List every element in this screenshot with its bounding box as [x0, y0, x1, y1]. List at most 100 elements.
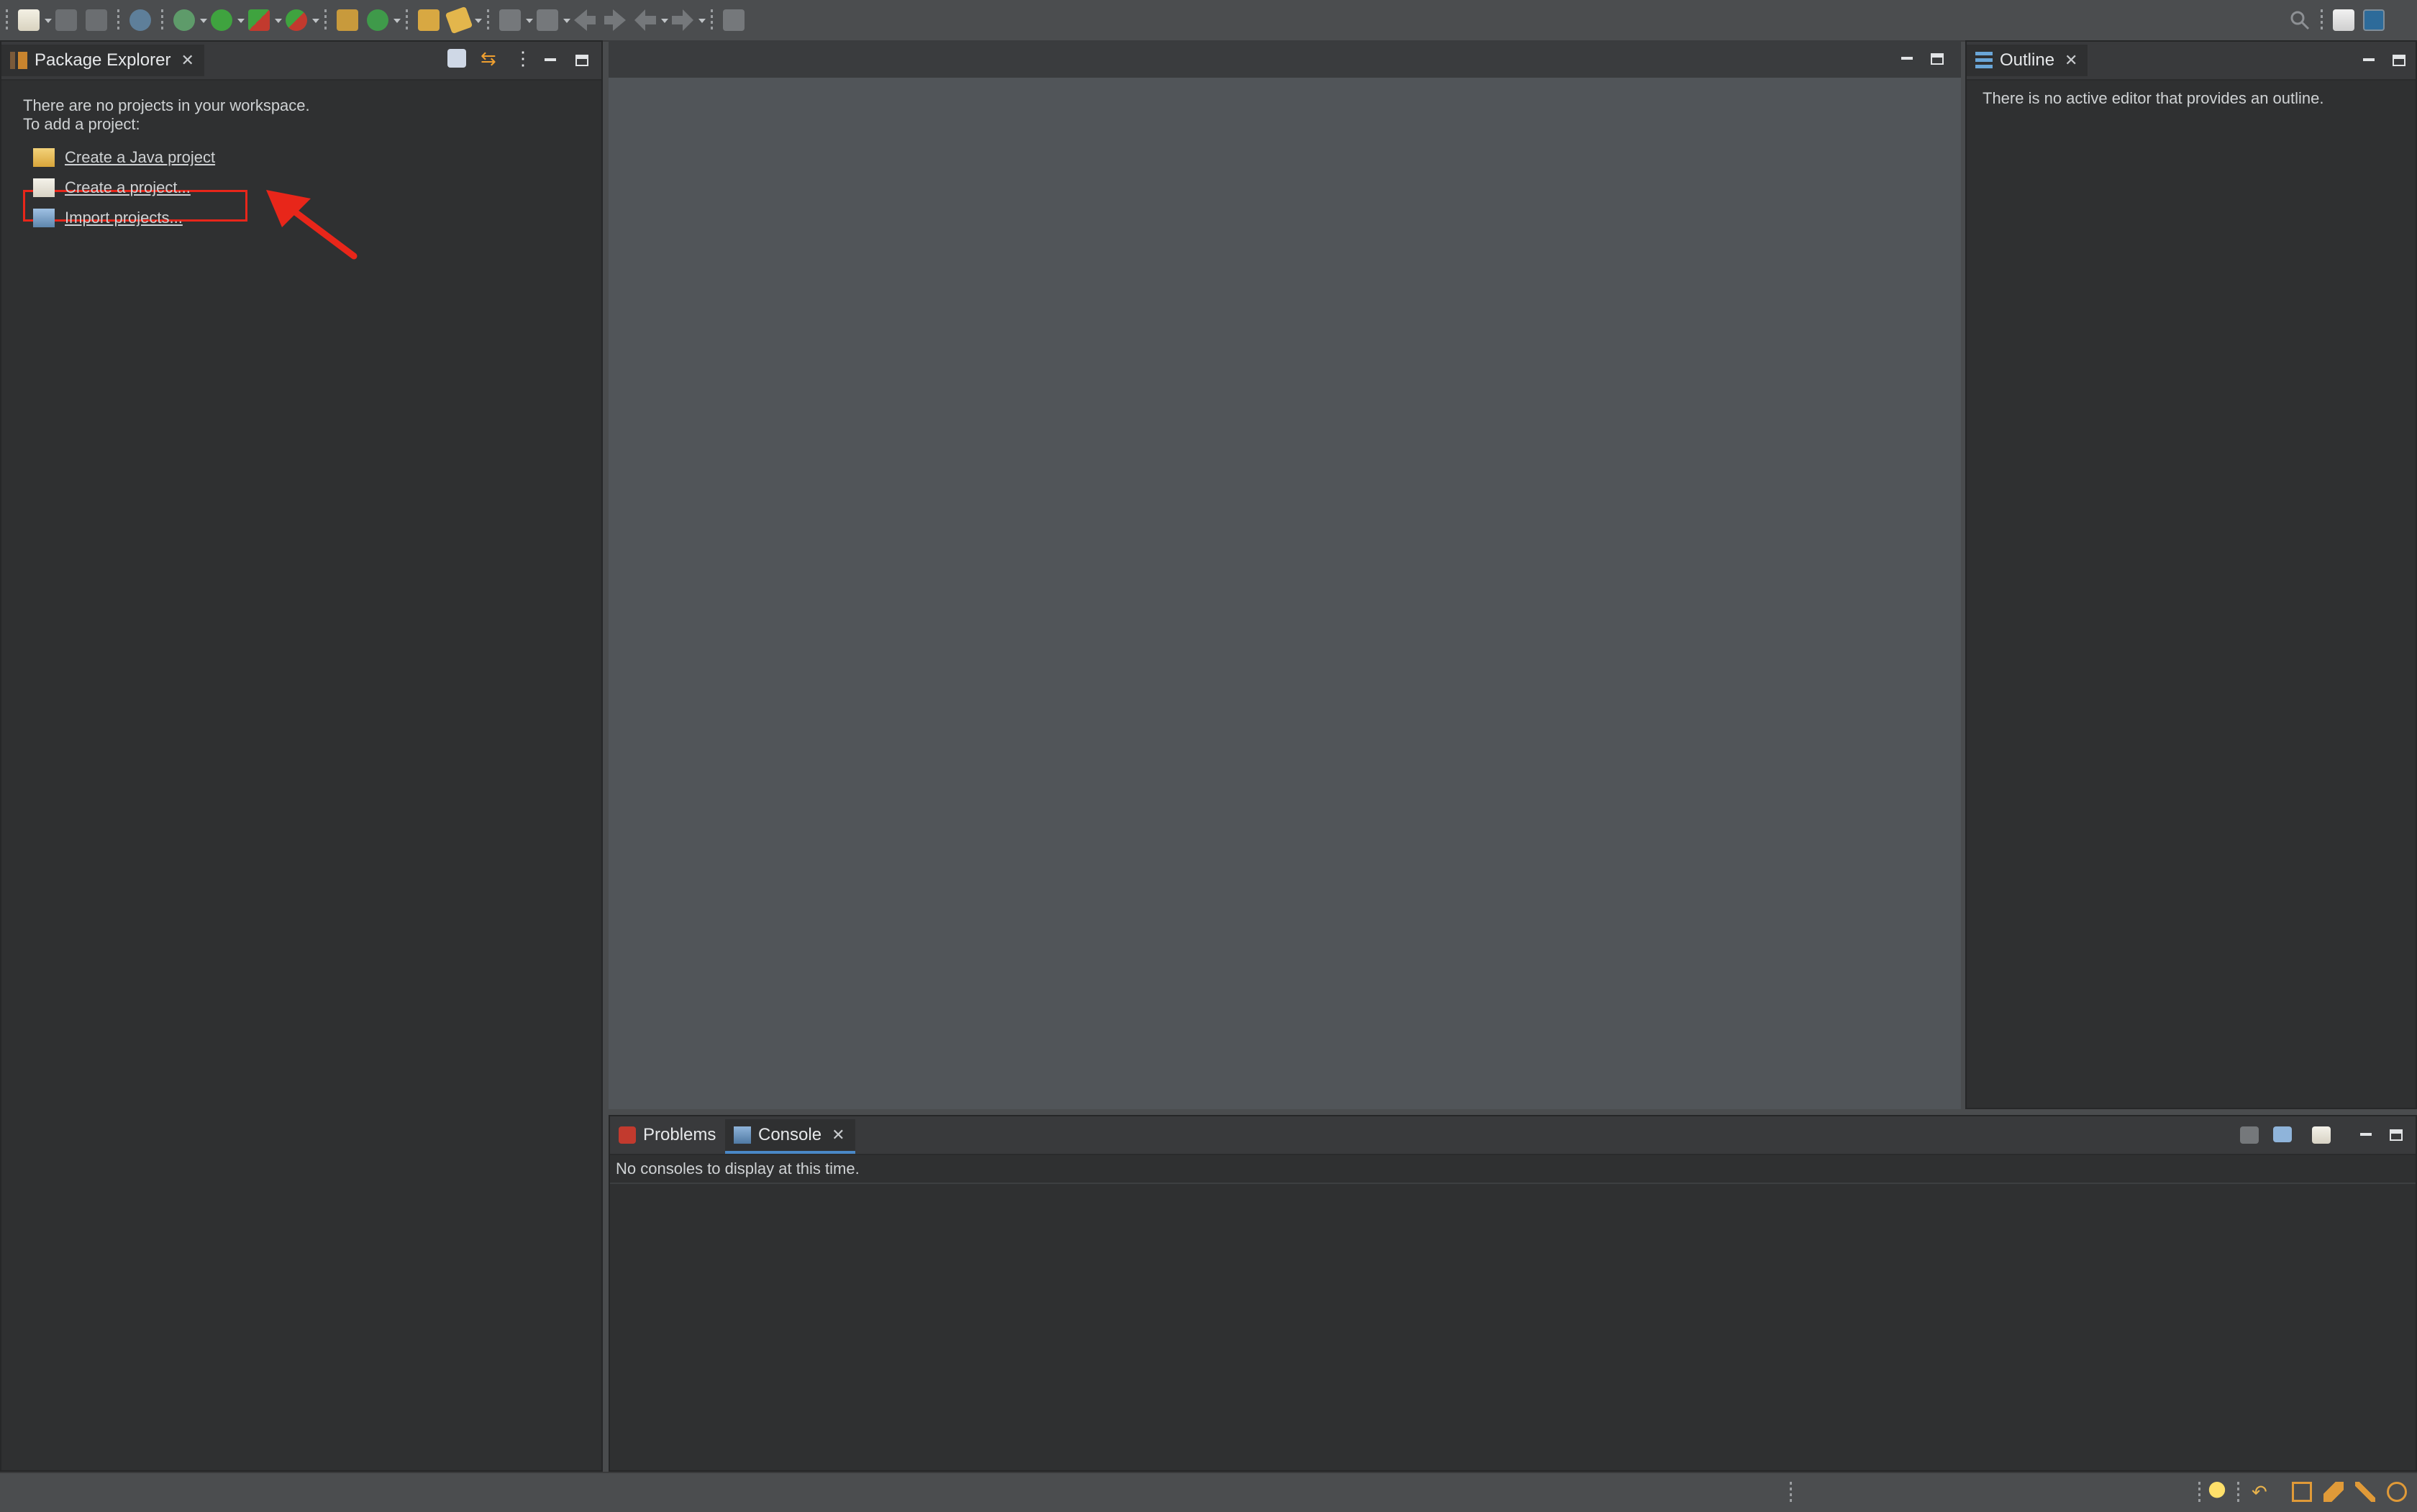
- external-tools-dropdown[interactable]: [311, 9, 319, 31]
- tip-icon[interactable]: [2207, 1482, 2227, 1502]
- open-perspective-icon[interactable]: [2333, 9, 2354, 31]
- learn-icon[interactable]: [2323, 1482, 2344, 1502]
- minimize-icon[interactable]: [542, 52, 558, 68]
- search-dropdown[interactable]: [474, 9, 482, 31]
- close-icon[interactable]: ✕: [832, 1126, 845, 1144]
- status-bar: ↶: [0, 1472, 2417, 1512]
- search-toolbar-icon[interactable]: [445, 6, 473, 35]
- link-create-java-project[interactable]: Create a Java project: [33, 145, 215, 170]
- toolbar-separator: [487, 9, 489, 31]
- toolbar-separator: [6, 9, 8, 31]
- create-java-project-link[interactable]: Create a Java project: [65, 148, 215, 167]
- new-java-package-icon[interactable]: [337, 9, 358, 31]
- pin-console-icon[interactable]: [2240, 1126, 2259, 1144]
- back-icon[interactable]: [634, 9, 656, 31]
- tab-console-label: Console: [758, 1125, 822, 1144]
- package-explorer-panel: Package Explorer ✕ ⇆ ⋮ There are no proj…: [0, 40, 603, 1472]
- console-header: Problems Console ✕: [610, 1116, 2416, 1155]
- maximize-icon[interactable]: [2390, 1129, 2403, 1141]
- toolbar-separator: [324, 9, 327, 31]
- last-edit-icon[interactable]: [574, 9, 596, 31]
- outline-icon: [1975, 52, 1993, 69]
- navigation-next-dropdown[interactable]: [563, 9, 570, 31]
- status-separator: [2198, 1482, 2200, 1503]
- editor-header: [609, 40, 1961, 78]
- build-icon[interactable]: [129, 9, 151, 31]
- debug-dropdown[interactable]: [199, 9, 207, 31]
- minimize-icon[interactable]: [2358, 1126, 2374, 1142]
- link-with-editor-icon[interactable]: ⇆: [481, 49, 501, 68]
- outline-message: There is no active editor that provides …: [1983, 89, 2324, 107]
- run-icon[interactable]: [211, 9, 232, 31]
- wand-icon[interactable]: [2355, 1482, 2375, 1502]
- import-projects-link[interactable]: Import projects...: [65, 209, 183, 227]
- toolbar-separator: [711, 9, 713, 31]
- map-icon[interactable]: [2292, 1482, 2312, 1502]
- console-message: No consoles to display at this time.: [616, 1160, 860, 1178]
- view-menu-icon[interactable]: ⋮: [514, 49, 532, 68]
- tab-console[interactable]: Console ✕: [725, 1119, 855, 1154]
- annotation-icon[interactable]: [499, 9, 521, 31]
- import-icon: [33, 209, 55, 227]
- annotation-dropdown[interactable]: [525, 9, 533, 31]
- save-all-icon[interactable]: [86, 9, 107, 31]
- forward-dropdown[interactable]: [698, 9, 706, 31]
- toolbar-separator: [406, 9, 408, 31]
- coverage-icon[interactable]: [248, 9, 270, 31]
- tab-outline[interactable]: Outline ✕: [1967, 45, 2088, 76]
- collapse-all-icon[interactable]: [447, 49, 466, 68]
- new-java-class-dropdown[interactable]: [393, 9, 401, 31]
- java-perspective-icon[interactable]: [2363, 9, 2385, 31]
- toolbar-left-group: [6, 6, 749, 35]
- open-console-icon[interactable]: [2312, 1126, 2331, 1144]
- new-icon[interactable]: [18, 9, 40, 31]
- run-dropdown[interactable]: [237, 9, 245, 31]
- external-tools-icon[interactable]: [286, 9, 307, 31]
- toolbar-separator: [2321, 9, 2323, 31]
- link-import-projects[interactable]: Import projects...: [33, 206, 183, 230]
- outline-header: Outline ✕: [1967, 42, 2416, 81]
- package-explorer-icon: [10, 52, 27, 69]
- pin-editor-icon[interactable]: [723, 9, 745, 31]
- tab-package-explorer-label: Package Explorer: [35, 50, 171, 70]
- coverage-dropdown[interactable]: [274, 9, 282, 31]
- display-console-icon[interactable]: [2273, 1126, 2292, 1142]
- tab-outline-label: Outline: [2000, 50, 2055, 70]
- problems-icon: [619, 1126, 636, 1144]
- tab-package-explorer[interactable]: Package Explorer ✕: [1, 45, 204, 76]
- toolbar-separator: [161, 9, 163, 31]
- save-icon[interactable]: [55, 9, 77, 31]
- editor-area: [609, 40, 1961, 1109]
- smile-icon[interactable]: [2387, 1482, 2407, 1502]
- open-type-icon[interactable]: [418, 9, 440, 31]
- console-panel: Problems Console ✕ No consoles to displa…: [609, 1115, 2417, 1472]
- console-icon: [734, 1126, 751, 1144]
- navigation-next-icon[interactable]: [537, 9, 558, 31]
- back-dropdown[interactable]: [660, 9, 668, 31]
- status-separator: [2237, 1482, 2239, 1503]
- close-icon[interactable]: ✕: [181, 51, 194, 70]
- navigation-prev-icon[interactable]: [604, 9, 626, 31]
- tab-problems[interactable]: Problems: [610, 1119, 726, 1151]
- add-project-prompt: To add a project:: [23, 115, 140, 133]
- maximize-icon[interactable]: [1931, 53, 1944, 65]
- search-icon[interactable]: [2289, 9, 2311, 31]
- status-separator: [1790, 1482, 1792, 1503]
- annotation-arrow: [266, 190, 358, 260]
- forward-icon[interactable]: [672, 9, 693, 31]
- create-project-link[interactable]: Create a project...: [65, 178, 191, 197]
- toolbar-right-group: [2285, 7, 2389, 33]
- debug-icon[interactable]: [173, 9, 195, 31]
- maximize-icon[interactable]: [575, 55, 588, 66]
- link-create-project[interactable]: Create a project...: [33, 176, 191, 200]
- minimize-icon[interactable]: [1899, 50, 1915, 66]
- minimize-icon[interactable]: [2361, 52, 2377, 68]
- undo-icon[interactable]: ↶: [2252, 1482, 2272, 1502]
- maximize-icon[interactable]: [2393, 55, 2405, 66]
- main-toolbar: [0, 0, 2417, 42]
- new-java-project-icon: [33, 148, 55, 167]
- package-explorer-header: Package Explorer ✕ ⇆ ⋮: [1, 42, 601, 81]
- new-java-class-icon[interactable]: [367, 9, 388, 31]
- close-icon[interactable]: ✕: [2065, 51, 2077, 70]
- new-dropdown[interactable]: [44, 9, 52, 31]
